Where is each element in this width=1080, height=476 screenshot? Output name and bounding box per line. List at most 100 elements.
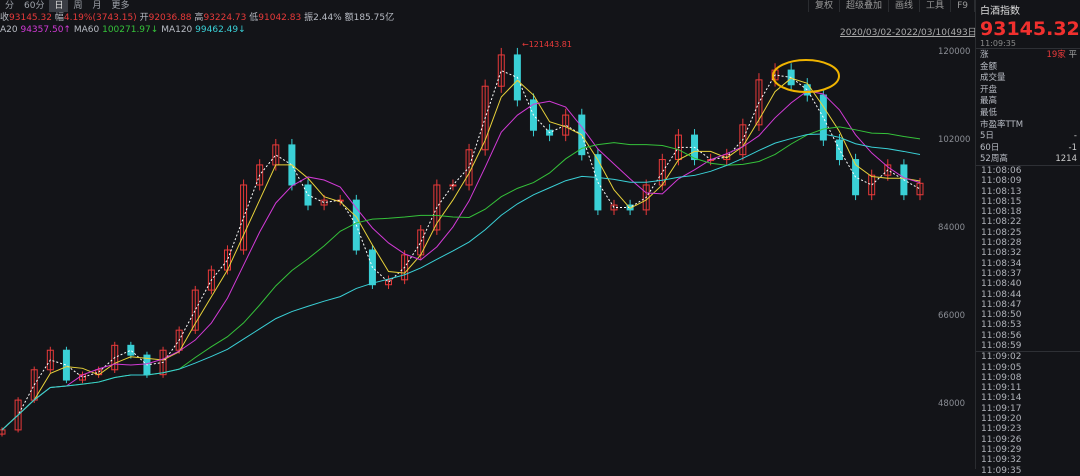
candle: [819, 94, 827, 141]
tool-button[interactable]: 复权: [808, 0, 839, 12]
tick-time: 11:08:56: [981, 330, 1022, 341]
high-value: 93224.73: [203, 13, 247, 23]
ma20-line: [1, 90, 921, 431]
ma60-line: [1, 126, 921, 431]
open-value: 92036.88: [148, 13, 192, 23]
tool-button[interactable]: 画线: [888, 0, 919, 12]
ma120-line: [1, 133, 921, 431]
peak-label: ←121443.81: [522, 40, 572, 49]
tick-time: 11:08:34: [981, 258, 1022, 269]
stat-row: 成交量: [976, 72, 1080, 84]
candle: [62, 349, 70, 381]
tick-time: 11:09:35: [981, 465, 1022, 476]
tick-time: 11:08:22: [981, 217, 1022, 228]
ma10-line: [1, 77, 921, 431]
tick-time: 11:08:13: [981, 186, 1022, 197]
stat-value: -1: [1068, 142, 1077, 153]
tick-time: 11:08:47: [981, 299, 1022, 310]
stat-label: 开盘: [980, 84, 998, 95]
tick-time: 11:08:59: [981, 340, 1022, 351]
stat-row: 5日 -: [976, 130, 1080, 142]
stat-label: 涨: [980, 50, 989, 60]
kline-chart[interactable]: ←121443.81: [0, 0, 975, 469]
stat-value: -: [1073, 131, 1077, 142]
amt-value: 185.75亿: [353, 13, 395, 23]
stat-row: 开盘: [976, 84, 1080, 96]
tick-time: 11:08:18: [981, 207, 1022, 218]
candle: [835, 139, 843, 161]
tick-time: 11:09:26: [981, 434, 1022, 445]
tick-time: 11:08:50: [981, 310, 1022, 321]
period-tab[interactable]: 周: [68, 0, 87, 12]
tick-time: 11:08:06: [981, 165, 1022, 176]
ma60-value: 100271.97↓: [102, 25, 159, 35]
amt-label: 额: [344, 13, 354, 23]
tool-button[interactable]: 工具: [919, 0, 950, 12]
tick-time: 11:08:15: [981, 196, 1022, 207]
ma-legend: A20 94357.50↑ MA60 100271.97↓ MA120 9946…: [0, 25, 246, 36]
y-tick-label: 120000: [938, 47, 971, 57]
tick-time: 11:08:09: [981, 176, 1022, 187]
period-tabs: 分 60分日周月更多: [0, 0, 135, 12]
ma60-label: MA60: [73, 25, 100, 35]
tick-time: 11:09:17: [981, 403, 1022, 414]
stat-label: 金额: [980, 61, 998, 72]
tick-time: 11:08:37: [981, 268, 1022, 279]
stat-value: 19家 平: [1046, 50, 1077, 60]
period-tab[interactable]: 月: [88, 0, 107, 12]
stat-row: 最高: [976, 95, 1080, 107]
stat-label: 最高: [980, 96, 998, 107]
tick-time: 11:09:32: [981, 455, 1022, 466]
y-tick-label: 48000: [938, 399, 966, 409]
stat-row: 52周高 1214: [976, 153, 1080, 165]
stat-label: 60日: [980, 142, 1000, 153]
amp-label: 振: [304, 13, 314, 23]
stat-label: 最低: [980, 107, 998, 118]
date-range-selector[interactable]: 2020/03/02-2022/03/10(493日)▼: [840, 25, 987, 38]
tick-time: 11:09:11: [981, 383, 1022, 394]
period-tab[interactable]: 日: [49, 0, 69, 12]
period-tab[interactable]: 分: [0, 0, 19, 12]
stat-row: 金额: [976, 61, 1080, 73]
y-tick-label: 102000: [938, 135, 971, 145]
tick-time: 11:09:23: [981, 424, 1022, 435]
ma5-line: [1, 69, 921, 431]
open-label: 开: [139, 13, 149, 23]
close-label: 收: [0, 13, 10, 23]
tick-time: 11:08:32: [981, 248, 1022, 259]
tick-time: 11:09:29: [981, 444, 1022, 455]
stat-row: 最低: [976, 107, 1080, 119]
stat-row: 市盈率TTM: [976, 119, 1080, 131]
low-label: 低: [249, 13, 259, 23]
amp-value: 2.44%: [313, 13, 342, 23]
close-value: 93145.32: [9, 13, 52, 23]
tick-time: 11:08:44: [981, 289, 1022, 300]
quote-time: 11:09:35: [980, 39, 1016, 48]
stat-label: 5日: [980, 131, 994, 142]
index-price: 93145.32: [980, 18, 1080, 40]
period-tab[interactable]: 更多: [107, 0, 135, 12]
tool-button[interactable]: 超级叠加: [839, 0, 888, 12]
stat-label: 市盈率TTM: [980, 119, 1024, 130]
chg-value: 4.19%(3743.15): [63, 13, 137, 23]
y-tick-label: 84000: [938, 223, 966, 233]
stat-label: 成交量: [980, 73, 1006, 84]
tool-button[interactable]: F9: [950, 0, 974, 12]
ma120-value: 99462.49↓: [195, 25, 246, 35]
period-tab[interactable]: 60分: [19, 0, 49, 12]
tick-time: 11:08:40: [981, 279, 1022, 290]
tick-time: 11:09:05: [981, 362, 1022, 373]
low-value: 91042.83: [258, 13, 302, 23]
chg-label: 幅: [54, 13, 64, 23]
quote-info: 收93145.32 幅4.19%(3743.15) 开92036.88 高932…: [0, 13, 394, 24]
ma120-label: MA120: [161, 25, 193, 35]
tick-time: 11:09:08: [981, 372, 1022, 383]
tick-time: 11:09:02: [976, 351, 1080, 362]
tick-time: 11:08:28: [981, 238, 1022, 249]
ma20-value: 94357.50↑: [20, 25, 71, 35]
stat-row: 涨 19家 平: [976, 49, 1080, 61]
candle: [127, 344, 135, 356]
tick-time: 11:09:14: [981, 393, 1022, 404]
index-name: 白酒指数: [980, 6, 1020, 17]
stat-value: 1214: [1055, 154, 1077, 165]
